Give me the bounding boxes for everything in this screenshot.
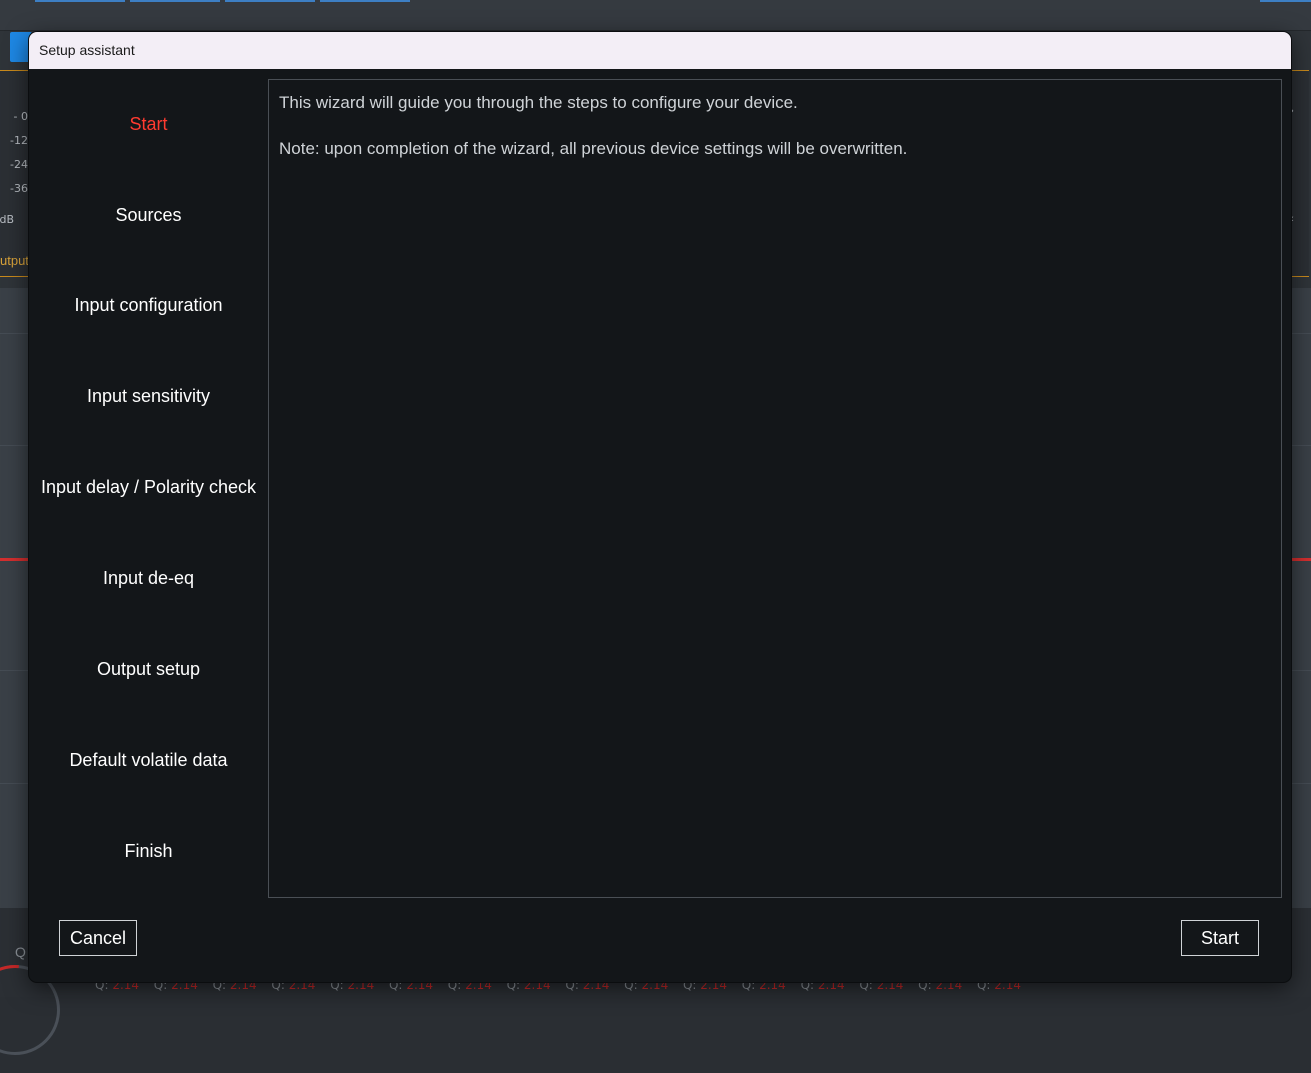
dialog-title: Setup assistant — [39, 42, 135, 58]
step-input-delay-polarity[interactable]: Input delay / Polarity check — [29, 477, 268, 498]
intro-text: This wizard will guide you through the s… — [279, 93, 798, 113]
step-start[interactable]: Start — [29, 114, 268, 135]
step-output-setup[interactable]: Output setup — [29, 659, 268, 680]
background-tab-indicator — [1260, 0, 1311, 2]
background-toolbar — [0, 0, 1311, 31]
q-label: Q — [15, 944, 26, 960]
background-tab-indicator — [225, 0, 315, 2]
background-tab-indicator — [320, 0, 410, 2]
step-sources[interactable]: Sources — [29, 205, 268, 226]
background-tab-indicator — [130, 0, 220, 2]
level-meter-panel — [0, 70, 31, 277]
meter-label: -24 — [0, 158, 28, 171]
step-input-configuration[interactable]: Input configuration — [29, 295, 268, 316]
step-default-volatile-data[interactable]: Default volatile data — [29, 750, 268, 771]
step-input-sensitivity[interactable]: Input sensitivity — [29, 386, 268, 407]
step-input-de-eq[interactable]: Input de-eq — [29, 568, 268, 589]
meter-label: -12 — [0, 134, 28, 147]
step-finish[interactable]: Finish — [29, 841, 268, 862]
setup-assistant-dialog: Setup assistant Start Sources Input conf… — [29, 32, 1291, 982]
right-meter-panel — [1290, 70, 1309, 277]
cancel-button[interactable]: Cancel — [59, 920, 137, 956]
background-tab-indicator — [35, 0, 125, 2]
wizard-content: This wizard will guide you through the s… — [268, 79, 1282, 898]
output-label: utput — [0, 253, 29, 268]
warning-note: Note: upon completion of the wizard, all… — [279, 139, 907, 159]
meter-label: -36 — [0, 182, 28, 195]
dialog-titlebar: Setup assistant — [29, 32, 1291, 69]
meter-label: - 0 — [0, 110, 28, 123]
meter-unit-label: dB — [0, 213, 14, 226]
wizard-steps: Start Sources Input configuration Input … — [29, 69, 268, 909]
start-button[interactable]: Start — [1181, 920, 1259, 956]
